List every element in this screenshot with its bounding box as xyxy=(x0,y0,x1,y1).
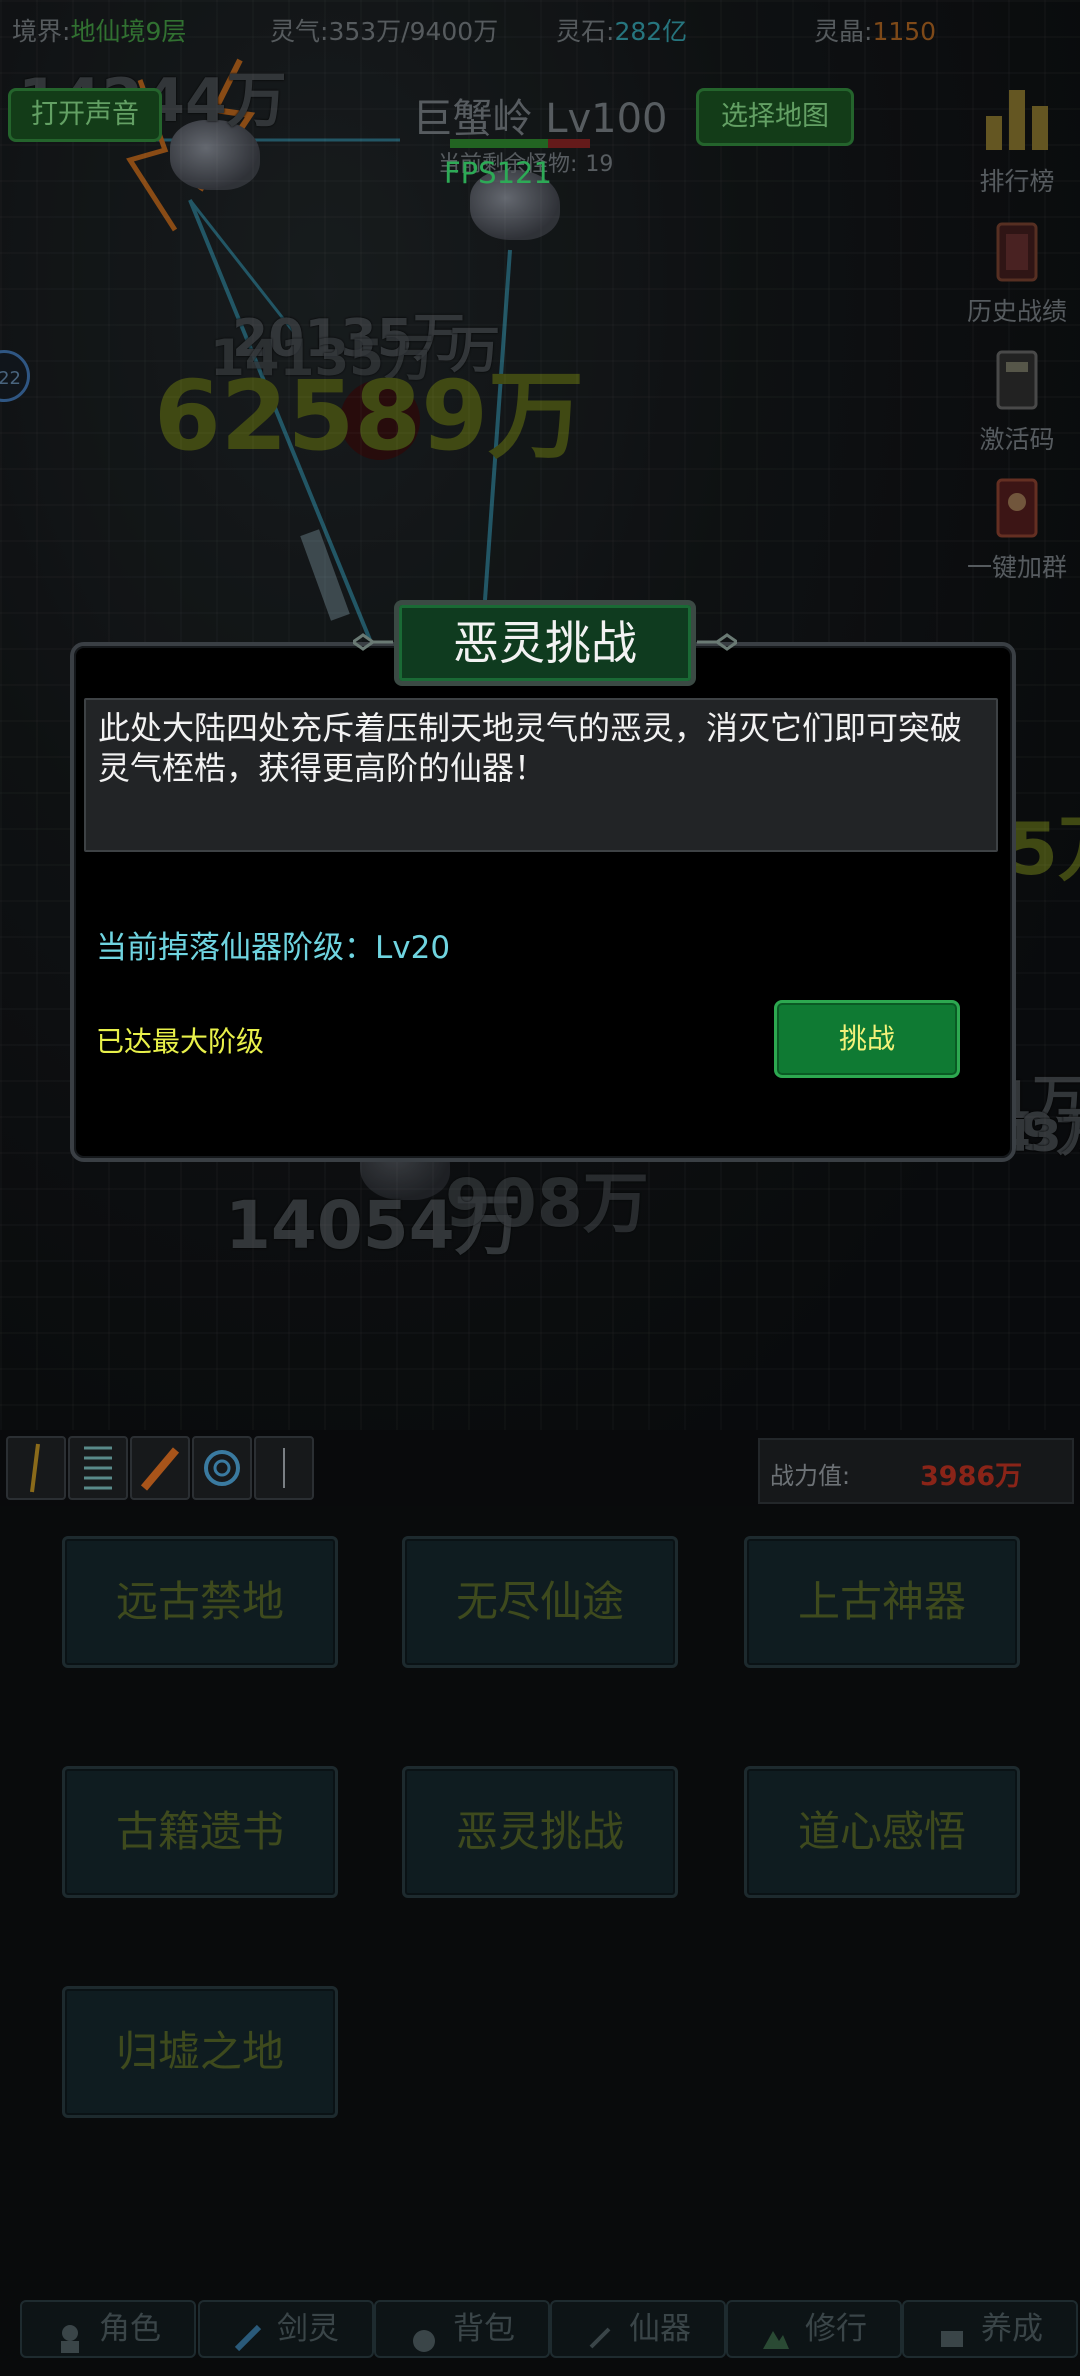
nav-bag[interactable]: 背包 xyxy=(374,2300,550,2358)
nav-cultivate[interactable]: 修行 xyxy=(726,2300,902,2358)
bag-icon xyxy=(409,2316,439,2352)
nav-sword-spirit[interactable]: 剑灵 xyxy=(198,2300,374,2358)
artifact-icon xyxy=(585,2316,615,2348)
nav-character[interactable]: 角色 xyxy=(20,2300,196,2358)
fire-blade-icon xyxy=(140,1447,180,1491)
sword-icon xyxy=(30,1443,40,1493)
mode-ancient-books[interactable]: 古籍遗书 xyxy=(62,1766,338,1898)
mode-dao-insight[interactable]: 道心感悟 xyxy=(744,1766,1020,1898)
combat-power-value: 3986万 xyxy=(920,1461,1023,1492)
max-tier-text: 已达最大阶级 xyxy=(96,1025,265,1058)
nav-artifact[interactable]: 仙器 xyxy=(550,2300,726,2358)
dialog-description: 此处大陆四处充斥着压制天地灵气的恶灵，消灭它们即可突破灵气桎梏，获得更高阶的仙器… xyxy=(98,709,963,787)
equip-slot[interactable] xyxy=(254,1436,314,1500)
equip-slot[interactable] xyxy=(6,1436,66,1500)
dialog-title: 恶灵挑战 xyxy=(453,616,637,670)
spring-icon xyxy=(84,1446,112,1490)
combat-power-label: 战力值: xyxy=(770,1462,851,1490)
arrow-icon xyxy=(283,1448,285,1488)
drop-tier-value: Lv20 xyxy=(375,930,451,966)
nurture-icon xyxy=(937,2316,967,2347)
vortex-icon xyxy=(204,1450,240,1486)
challenge-button[interactable]: 挑战 xyxy=(774,1000,960,1078)
mode-ancient-artifact[interactable]: 上古神器 xyxy=(744,1536,1020,1668)
cultivate-icon xyxy=(761,2316,791,2349)
mode-grid: 远古禁地 无尽仙途 上古神器 古籍遗书 恶灵挑战 道心感悟 归墟之地 xyxy=(0,1506,1080,2306)
ornament-icon xyxy=(353,633,393,651)
mode-endless-path[interactable]: 无尽仙途 xyxy=(402,1536,678,1668)
mode-evil-spirit-challenge[interactable]: 恶灵挑战 xyxy=(402,1766,678,1898)
equip-slot[interactable] xyxy=(68,1436,128,1500)
equip-slot[interactable] xyxy=(192,1436,252,1500)
combat-power-panel: 战力值: 3986万 xyxy=(758,1438,1074,1504)
sword-spirit-icon xyxy=(233,2316,263,2351)
mode-guixu-land[interactable]: 归墟之地 xyxy=(62,1986,338,2118)
character-icon xyxy=(55,2316,85,2353)
ornament-icon xyxy=(697,633,737,651)
nav-nurture[interactable]: 养成 xyxy=(902,2300,1078,2358)
dialog-title-banner: 恶灵挑战 xyxy=(353,600,737,686)
equip-slot[interactable] xyxy=(130,1436,190,1500)
drop-tier-text: 当前掉落仙器阶级：Lv20 xyxy=(96,930,451,966)
mode-ancient-forbidden-land[interactable]: 远古禁地 xyxy=(62,1536,338,1668)
dialog-description-box: 此处大陆四处充斥着压制天地灵气的恶灵，消灭它们即可突破灵气桎梏，获得更高阶的仙器… xyxy=(84,698,998,852)
